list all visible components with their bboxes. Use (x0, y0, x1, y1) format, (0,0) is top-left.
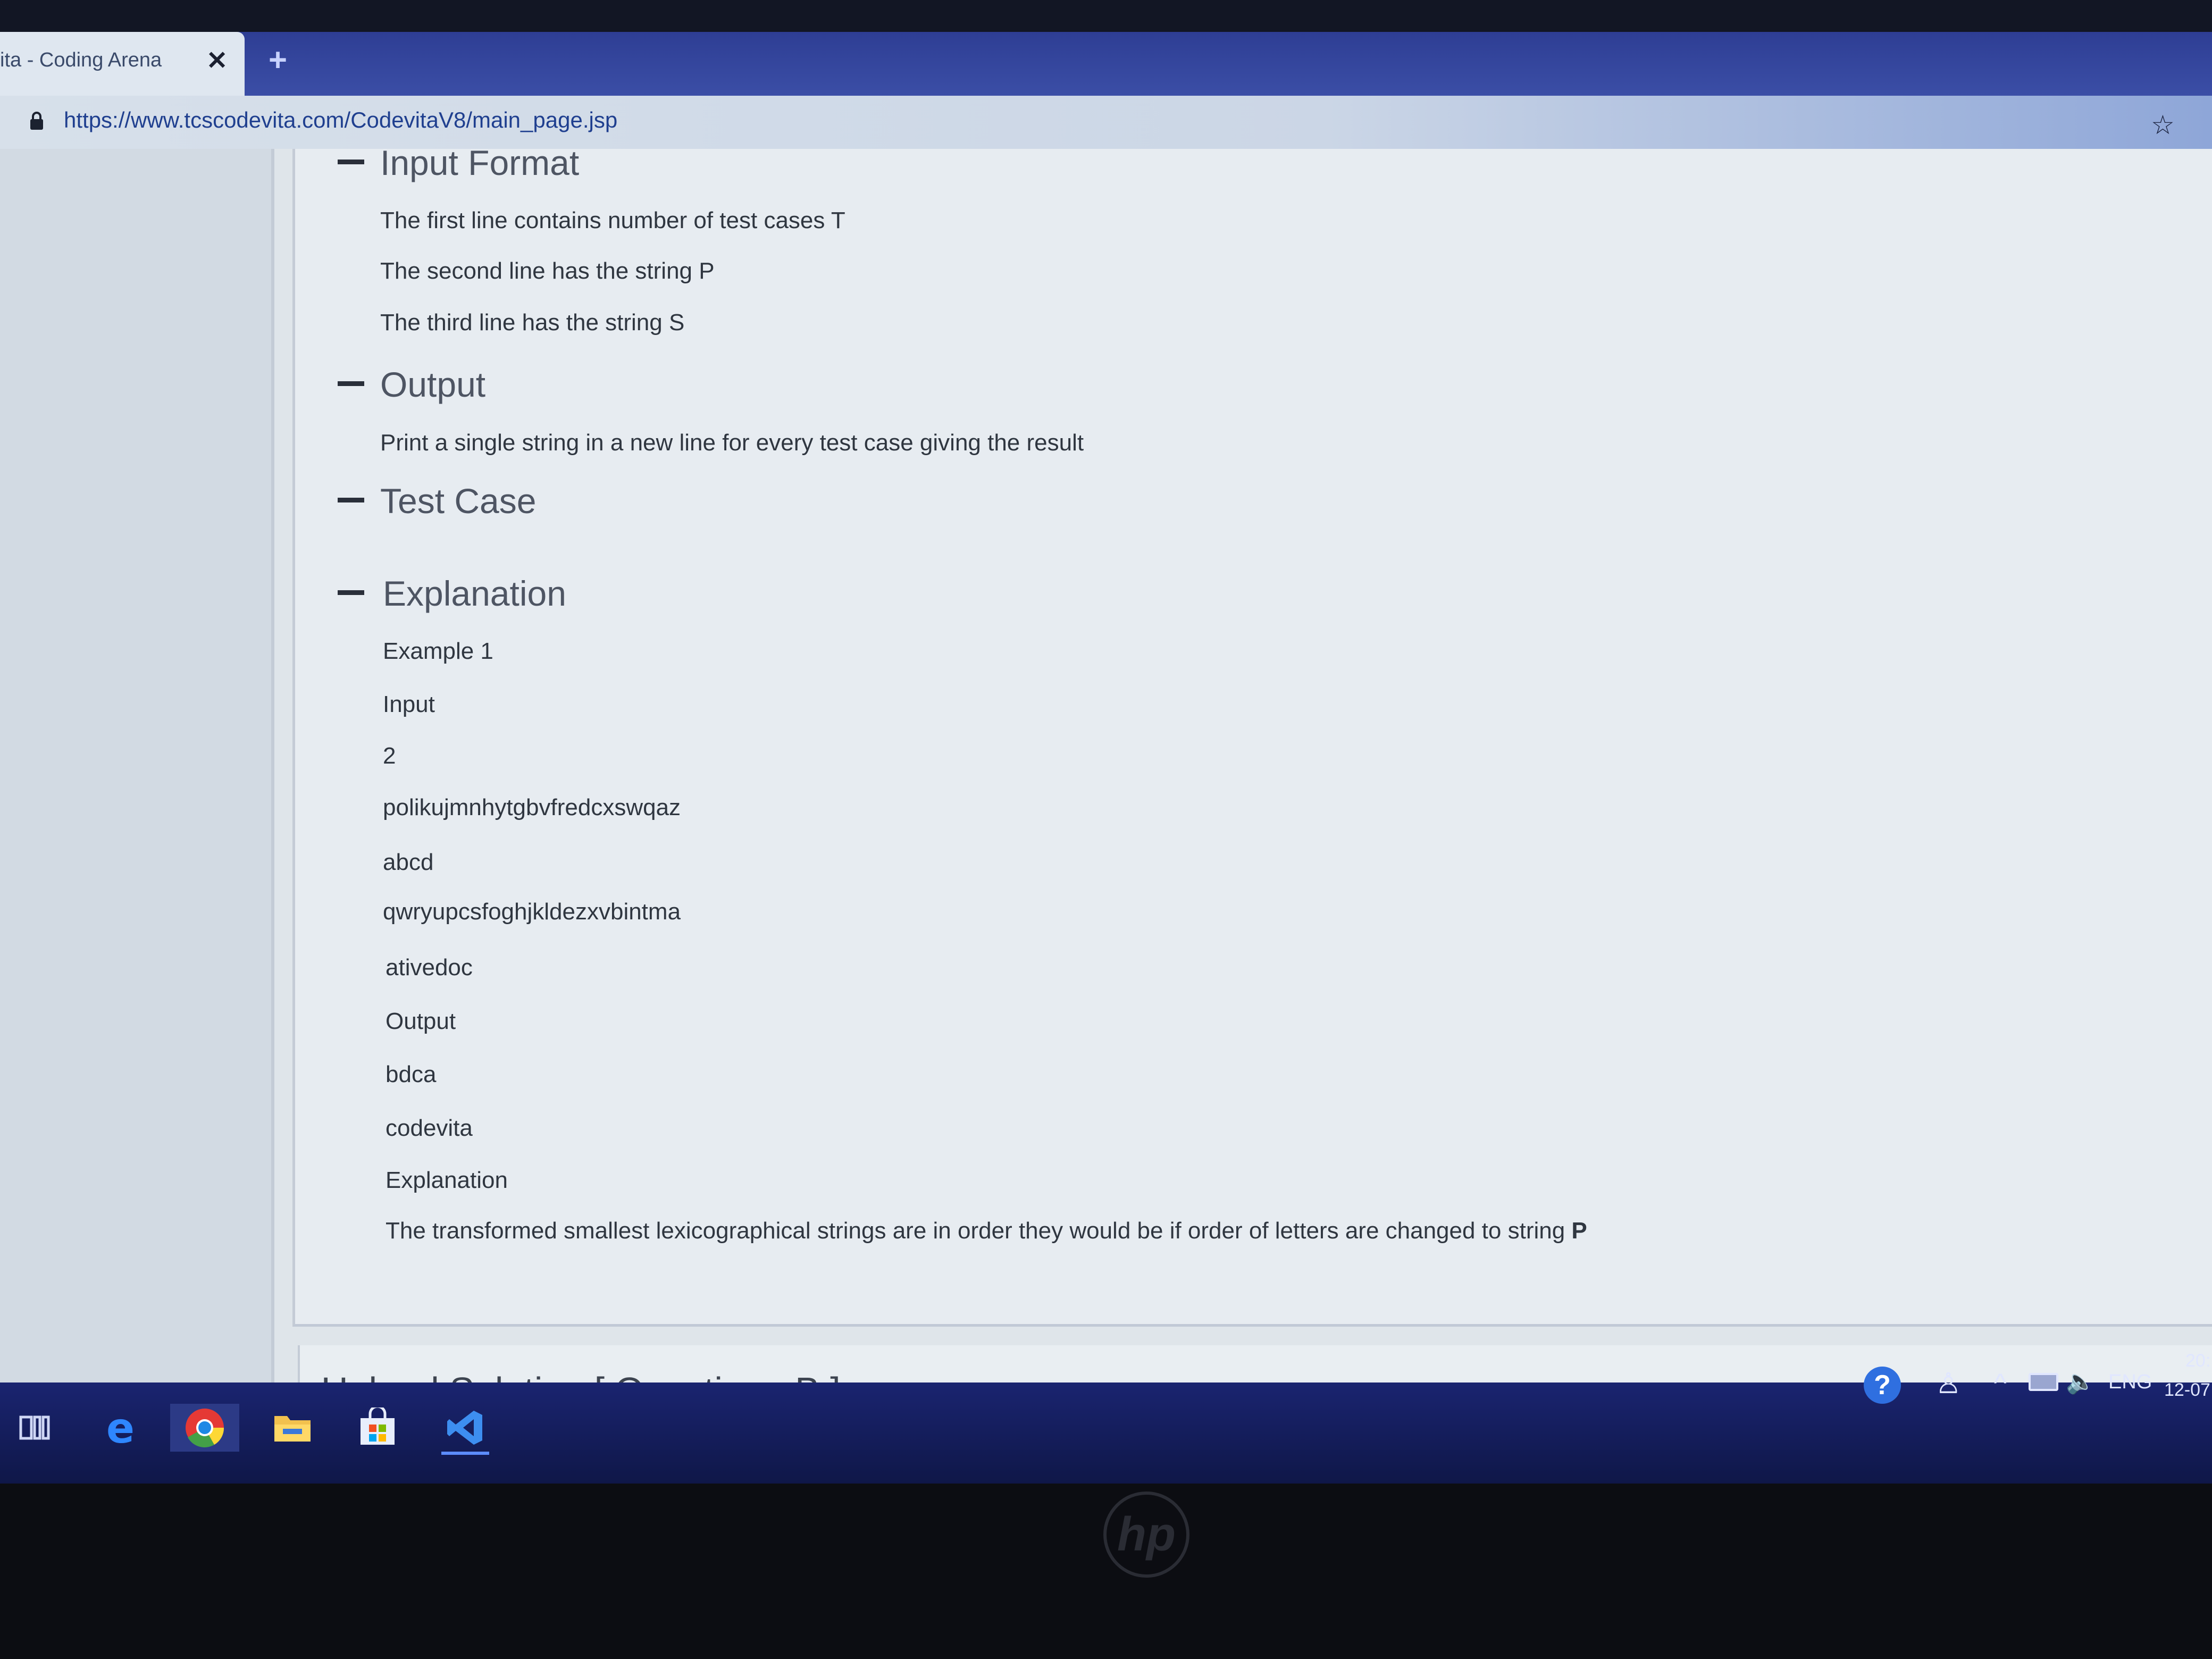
explanation-final-line: The transformed smallest lexicographical… (386, 1218, 1587, 1244)
browser-tab-strip: ita - Coding Arena ✕ + (0, 0, 2212, 96)
tab-title: ita - Coding Arena (0, 49, 162, 71)
lock-icon (30, 112, 43, 130)
clock-time[interactable]: 20: (2185, 1351, 2210, 1371)
explanation-final-bold: P (1571, 1218, 1587, 1244)
explanation-line: ativedoc (386, 954, 473, 981)
url-text[interactable]: https://www.tcscodevita.com/CodevitaV8/m… (64, 107, 617, 133)
output-heading: Output (380, 365, 486, 404)
chrome-browser-icon[interactable] (170, 1404, 239, 1452)
screen: ita - Coding Arena ✕ + https://www.tcsco… (0, 0, 2212, 1484)
problem-panel: Input Format The first line contains num… (292, 143, 2212, 1327)
collapse-output-icon[interactable] (338, 381, 364, 386)
bookmark-star-icon[interactable]: ☆ (2151, 110, 2175, 140)
explanation-line: Explanation (386, 1167, 508, 1193)
output-line: Print a single string in a new line for … (380, 430, 1084, 456)
input-format-line: The third line has the string S (380, 309, 685, 336)
tray-chevron-up-icon[interactable]: ^ (1994, 1368, 2006, 1398)
input-format-heading: Input Format (380, 143, 580, 182)
explanation-line: Example 1 (383, 638, 493, 664)
close-tab-icon[interactable]: ✕ (206, 46, 228, 76)
collapse-input-format-icon[interactable] (338, 160, 364, 164)
store-icon[interactable] (354, 1404, 401, 1452)
explanation-line: Output (386, 1008, 456, 1034)
left-gutter (0, 149, 274, 1484)
people-icon[interactable]: ♙ (1936, 1367, 1961, 1400)
collapse-test-case-icon[interactable] (338, 498, 364, 502)
explanation-final-text: The transformed smallest lexicographical… (386, 1218, 1572, 1244)
explanation-line: 2 (383, 743, 396, 769)
browser-tab[interactable]: ita - Coding Arena ✕ (0, 32, 245, 96)
explanation-line: Input (383, 691, 435, 717)
explanation-line: polikujmnhytgbvfredcxswqaz (383, 794, 681, 820)
vscode-icon[interactable] (441, 1404, 489, 1455)
collapse-explanation-icon[interactable] (338, 590, 364, 595)
edge-browser-icon[interactable]: e (98, 1404, 146, 1452)
new-tab-icon[interactable]: + (269, 41, 287, 78)
language-indicator[interactable]: ENG (2108, 1371, 2152, 1394)
explanation-line: bdca (386, 1061, 437, 1087)
input-format-line: The second line has the string P (380, 258, 715, 284)
task-view-icon[interactable] (11, 1404, 58, 1452)
battery-icon[interactable] (2029, 1373, 2058, 1391)
input-format-line: The first line contains number of test c… (380, 207, 845, 233)
test-case-heading: Test Case (380, 481, 537, 521)
help-icon[interactable]: ? (1864, 1367, 1901, 1404)
clock-date[interactable]: 12-07 (2164, 1380, 2210, 1401)
svg-text:e: e (106, 1407, 135, 1448)
address-bar[interactable]: https://www.tcscodevita.com/CodevitaV8/m… (0, 96, 2212, 149)
explanation-heading: Explanation (383, 574, 566, 613)
explanation-line: abcd (383, 849, 434, 875)
windows-taskbar: e ? ♙ ^ 🔈 ENG 20: 12-07 (0, 1351, 2212, 1484)
explanation-line: codevita (386, 1115, 473, 1141)
hp-logo: hp (1103, 1492, 1189, 1578)
laptop-bezel (0, 1484, 2212, 1659)
explanation-line: qwryupcsfoghjkldezxvbintma (383, 899, 681, 925)
file-explorer-icon[interactable] (269, 1404, 316, 1452)
volume-icon[interactable]: 🔈 (2066, 1368, 2095, 1395)
